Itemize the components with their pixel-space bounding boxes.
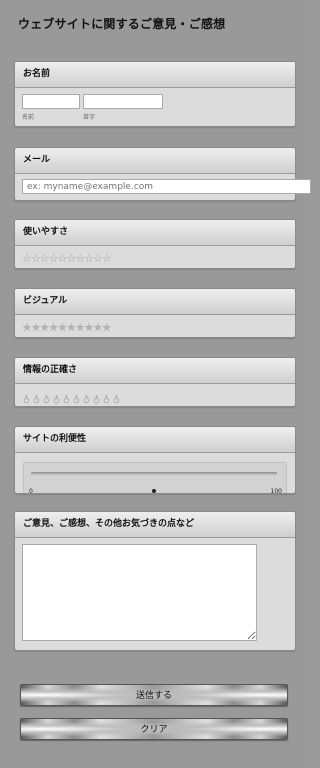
comments-section-title: ご意見、ご感想、その他お気づきの点など xyxy=(15,512,295,538)
first-name-input[interactable] xyxy=(22,94,80,109)
usability-section-title: 使いやすさ xyxy=(15,220,295,246)
star-icon[interactable]: ★ xyxy=(66,321,76,334)
star-icon[interactable]: ☆ xyxy=(84,252,94,265)
slider-thumb[interactable] xyxy=(152,489,156,493)
star-icon[interactable]: ★ xyxy=(102,321,112,334)
name-section: お名前 名前 苗字 xyxy=(14,61,296,127)
star-icon[interactable]: ☆ xyxy=(22,252,32,265)
name-section-title: お名前 xyxy=(15,62,295,88)
usability-section: 使いやすさ ☆☆☆☆☆☆☆☆☆☆ xyxy=(14,219,296,269)
star-icon[interactable]: ★ xyxy=(84,321,94,334)
visual-star-rating[interactable]: ★★★★★★★★★★ xyxy=(22,321,112,334)
lightbulb-icon[interactable]: ♀ xyxy=(42,393,52,404)
accuracy-section-title: 情報の正確さ xyxy=(15,358,295,384)
lightbulb-icon[interactable]: ♀ xyxy=(62,393,72,404)
last-name-label: 苗字 xyxy=(83,114,96,121)
convenience-slider: 0 100 xyxy=(23,462,287,494)
slider-track[interactable] xyxy=(31,472,277,475)
lightbulb-icon[interactable]: ♀ xyxy=(52,393,62,404)
email-input[interactable] xyxy=(22,179,311,194)
convenience-section-title: サイトの利便性 xyxy=(15,427,295,453)
star-icon[interactable]: ☆ xyxy=(40,252,50,265)
comments-section: ご意見、ご感想、その他お気づきの点など xyxy=(14,511,296,651)
lightbulb-icon[interactable]: ♀ xyxy=(112,393,122,404)
email-section: メール xyxy=(14,147,311,201)
first-name-label: 名前 xyxy=(22,114,35,121)
star-icon[interactable]: ☆ xyxy=(93,252,103,265)
star-icon[interactable]: ★ xyxy=(75,321,85,334)
star-icon[interactable]: ★ xyxy=(49,321,59,334)
usability-star-rating[interactable]: ☆☆☆☆☆☆☆☆☆☆ xyxy=(22,252,112,265)
visual-section: ビジュアル ★★★★★★★★★★ xyxy=(14,288,296,338)
last-name-input[interactable] xyxy=(83,94,163,109)
page-title: ウェブサイトに関するご意見・ご感想 xyxy=(18,17,226,31)
star-icon[interactable]: ☆ xyxy=(75,252,85,265)
lightbulb-icon[interactable]: ♀ xyxy=(22,393,32,404)
lightbulb-icon[interactable]: ♀ xyxy=(32,393,42,404)
slider-max-label: 100 xyxy=(270,488,282,494)
clear-button[interactable]: クリア xyxy=(20,718,288,740)
star-icon[interactable]: ☆ xyxy=(49,252,59,265)
visual-section-title: ビジュアル xyxy=(15,289,295,315)
comments-textarea[interactable] xyxy=(22,544,257,641)
star-icon[interactable]: ☆ xyxy=(66,252,76,265)
lightbulb-icon[interactable]: ♀ xyxy=(72,393,82,404)
star-icon[interactable]: ★ xyxy=(31,321,41,334)
form-container: ウェブサイトに関するご意見・ご感想 お名前 名前 苗字 メール 使いやすさ ☆☆… xyxy=(0,0,311,768)
star-icon[interactable]: ★ xyxy=(22,321,32,334)
accuracy-section: 情報の正確さ ♀ ♀ ♀ ♀ ♀ ♀ ♀ ♀ ♀ ♀ xyxy=(14,357,296,407)
star-icon[interactable]: ★ xyxy=(40,321,50,334)
lightbulb-icon[interactable]: ♀ xyxy=(92,393,102,404)
slider-min-label: 0 xyxy=(29,488,33,494)
convenience-section: サイトの利便性 0 100 xyxy=(14,426,296,494)
accuracy-bulb-rating[interactable]: ♀ ♀ ♀ ♀ ♀ ♀ ♀ ♀ ♀ ♀ xyxy=(22,391,122,404)
star-icon[interactable]: ★ xyxy=(93,321,103,334)
email-section-title: メール xyxy=(15,148,295,174)
star-icon[interactable]: ☆ xyxy=(31,252,41,265)
submit-button[interactable]: 送信する xyxy=(20,684,288,706)
star-icon[interactable]: ☆ xyxy=(102,252,112,265)
lightbulb-icon[interactable]: ♀ xyxy=(102,393,112,404)
lightbulb-icon[interactable]: ♀ xyxy=(82,393,92,404)
